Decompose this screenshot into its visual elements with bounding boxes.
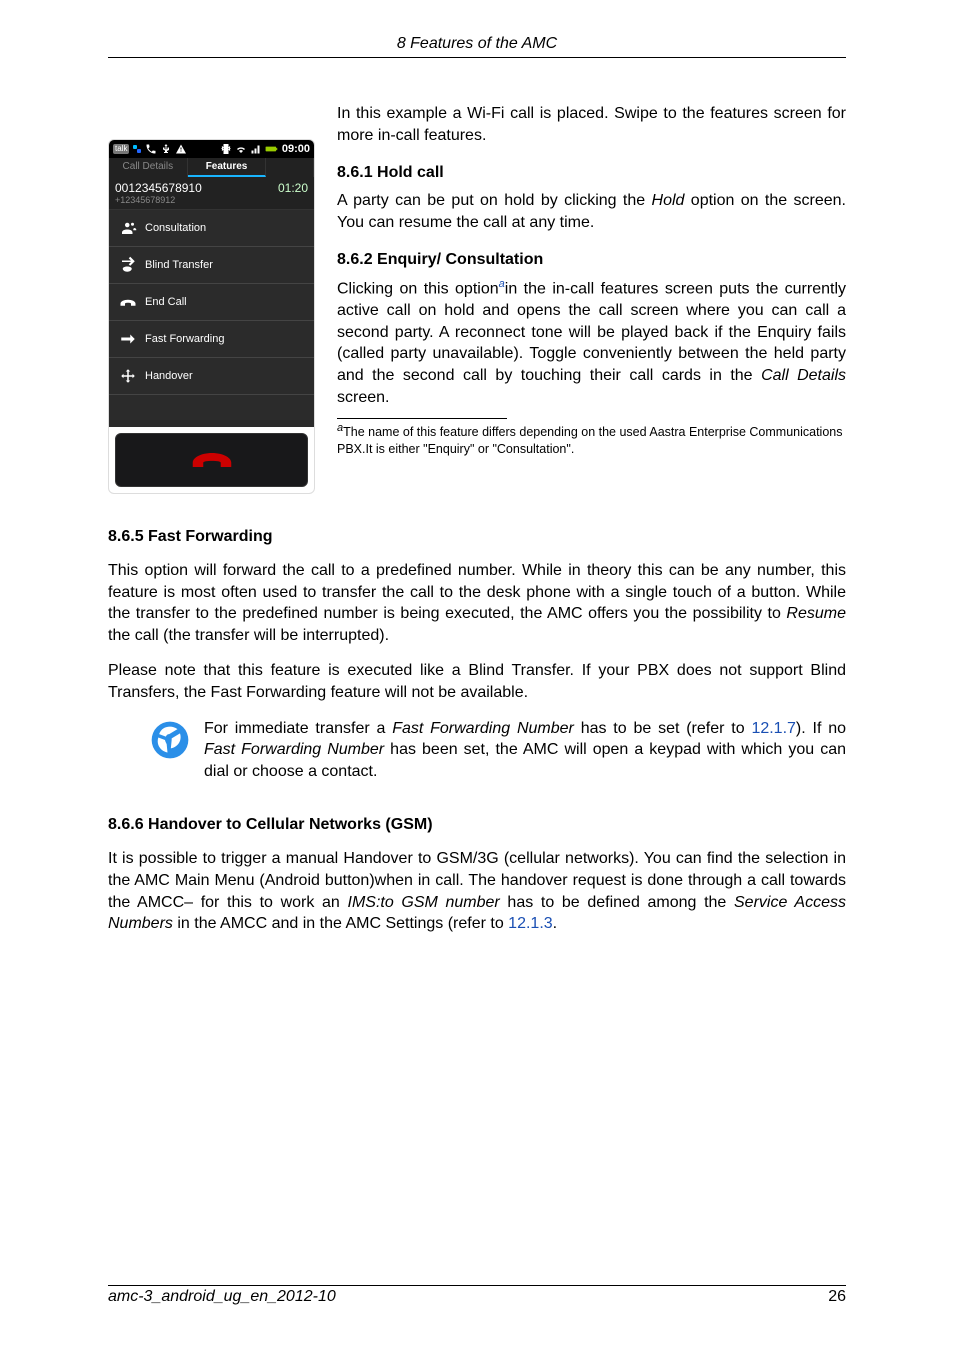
talk-badge-icon: talk <box>113 144 129 154</box>
info-icon <box>150 720 190 760</box>
phone-call-icon <box>145 143 157 155</box>
feature-label: End Call <box>145 296 187 308</box>
heading-8-6-1: 8.6.1 Hold call <box>337 164 846 182</box>
feature-label: Consultation <box>145 222 206 234</box>
info-note: For immediate transfer a Fast Forwarding… <box>150 718 846 783</box>
footnote-ref-a[interactable]: a <box>499 278 505 290</box>
body-8-6-1: A party can be put on hold by clicking t… <box>337 190 846 233</box>
status-bar: talk 09:00 <box>109 140 314 158</box>
info-note-text: For immediate transfer a Fast Forwarding… <box>204 718 846 783</box>
feature-end-call[interactable]: End Call <box>109 284 314 321</box>
call-elapsed: 01:20 <box>278 181 308 205</box>
status-time: 09:00 <box>282 143 310 155</box>
usb-icon <box>160 143 172 155</box>
feature-handover[interactable]: Handover <box>109 358 314 395</box>
heading-8-6-2: 8.6.2 Enquiry/ Consultation <box>337 251 846 269</box>
consultation-icon <box>119 219 137 237</box>
text-run: Clicking on this option <box>337 281 499 298</box>
link-12-1-7[interactable]: 12.1.7 <box>751 720 795 737</box>
hangup-bar[interactable] <box>115 433 308 487</box>
hangup-icon <box>191 447 233 473</box>
feature-blank <box>109 395 314 427</box>
feature-consultation[interactable]: Consultation <box>109 210 314 247</box>
signal-icon <box>250 143 262 155</box>
tab-call-details[interactable]: Call Details <box>109 158 188 177</box>
end-call-icon <box>119 293 137 311</box>
body-8-6-5-p2: Please note that this feature is execute… <box>108 660 846 703</box>
heading-8-6-6: 8.6.6 Handover to Cellular Networks (GSM… <box>108 816 846 834</box>
feature-fast-forwarding[interactable]: Fast Forwarding <box>109 321 314 358</box>
footnote-rule <box>337 418 507 419</box>
warning-icon <box>175 143 187 155</box>
feature-label: Fast Forwarding <box>145 333 224 345</box>
call-header: 0012345678910 +12345678912 01:20 <box>109 177 314 210</box>
phone-screenshot: talk 09:00 Call Details <box>108 139 313 494</box>
tab-bar: Call Details Features <box>109 158 314 177</box>
battery-icon <box>265 143 279 155</box>
blind-transfer-icon <box>119 256 137 274</box>
footnote-body: The name of this feature differs dependi… <box>337 425 843 455</box>
tab-empty <box>266 158 314 177</box>
feature-blind-transfer[interactable]: Blind Transfer <box>109 247 314 284</box>
footer-doc-id: amc-3_android_ug_en_2012-10 <box>108 1288 336 1306</box>
tab-features[interactable]: Features <box>188 158 267 177</box>
handover-icon <box>119 367 137 385</box>
body-8-6-5-p1: This option will forward the call to a p… <box>108 560 846 646</box>
body-8-6-2: Clicking on this optionain the in-call f… <box>337 277 846 408</box>
intro-paragraph: In this example a Wi-Fi call is placed. … <box>337 103 846 146</box>
body-8-6-6: It is possible to trigger a manual Hando… <box>108 848 846 934</box>
wifi-icon <box>235 143 247 155</box>
caller-sub: +12345678912 <box>115 195 202 205</box>
caller-number: 0012345678910 <box>115 181 202 195</box>
footnote-a: aThe name of this feature differs depend… <box>337 421 846 457</box>
feature-label: Handover <box>145 370 193 382</box>
page-footer: amc-3_android_ug_en_2012-10 26 <box>108 1285 846 1306</box>
fast-forwarding-icon <box>119 330 137 348</box>
footer-page-number: 26 <box>828 1288 846 1306</box>
running-header: 8 Features of the AMC <box>108 35 846 58</box>
heading-8-6-5: 8.6.5 Fast Forwarding <box>108 528 846 546</box>
vibrate-icon <box>220 143 232 155</box>
link-12-1-3[interactable]: 12.1.3 <box>508 915 552 932</box>
feature-label: Blind Transfer <box>145 259 213 271</box>
app-dots-icon <box>132 144 142 154</box>
